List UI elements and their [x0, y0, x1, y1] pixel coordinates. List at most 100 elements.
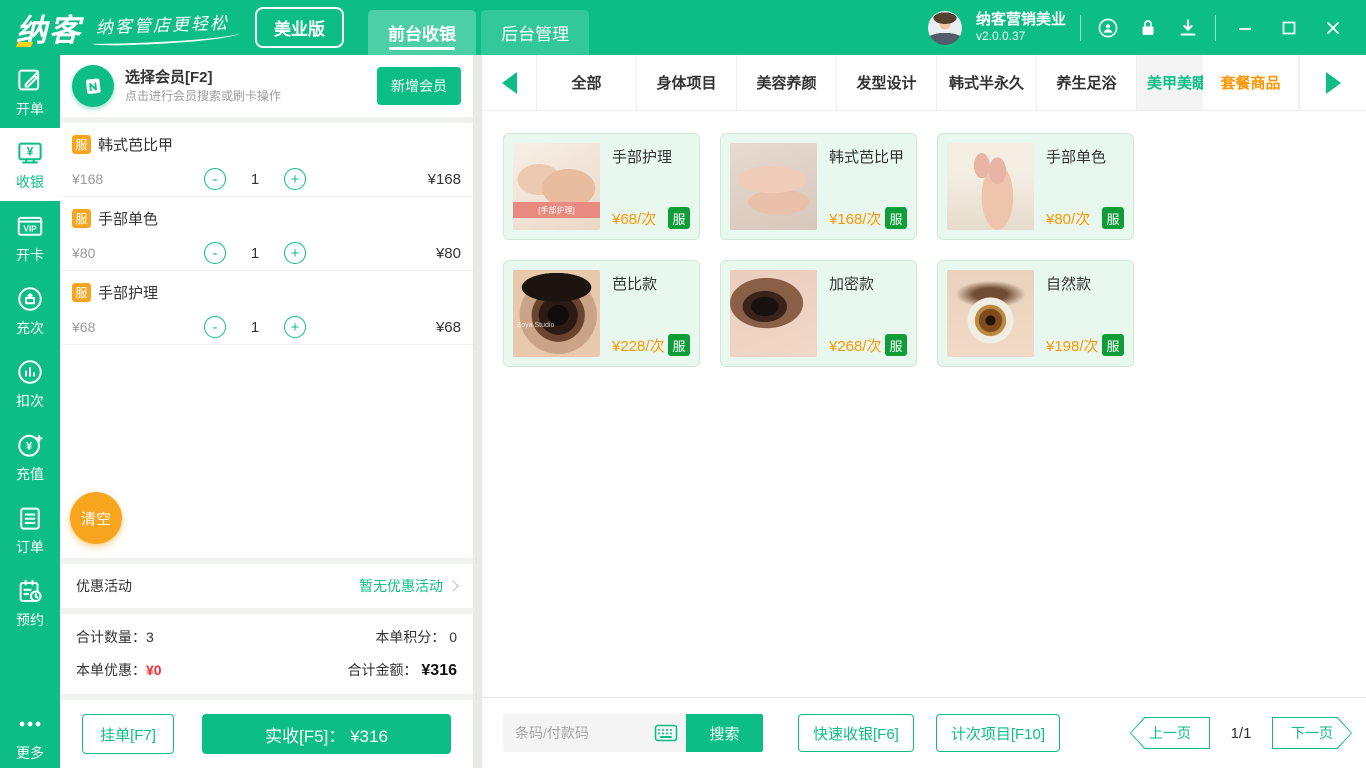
product-card[interactable]: 韩式芭比甲 ¥168/次 服: [720, 133, 917, 240]
count-item-button[interactable]: 计次项目[F10]: [935, 714, 1061, 752]
scroll-categories-left-button[interactable]: [482, 55, 537, 110]
search-button[interactable]: 搜索: [686, 714, 763, 752]
total-qty-value: 3: [146, 628, 154, 645]
quick-cashier-button[interactable]: 快速收银[F6]: [798, 714, 914, 752]
tab-back-management[interactable]: 后台管理: [481, 10, 589, 55]
sidebar-item-cashier[interactable]: ¥ 收银: [0, 128, 60, 201]
open-order-icon: [18, 69, 40, 90]
add-member-button[interactable]: 新增会员: [377, 67, 461, 105]
sidebar-item-label: 充次: [16, 319, 44, 336]
products-panel: 全部 身体项目 美容养颜 发型设计 韩式半永久 养生足浴 美甲美睫 套餐商品 […: [482, 55, 1366, 768]
sidebar-item-label: 订单: [16, 538, 44, 555]
user-avatar[interactable]: [927, 10, 962, 45]
category-tab-packages[interactable]: 套餐商品: [1203, 55, 1299, 110]
increase-qty-button[interactable]: +: [284, 242, 306, 264]
cart-item-qty: 1: [250, 244, 260, 262]
sidebar-item-open-order[interactable]: 开单: [0, 55, 60, 128]
prev-page-button[interactable]: 上一页: [1130, 717, 1210, 749]
product-card[interactable]: [手部护理] 手部护理 ¥68/次 服: [503, 133, 700, 240]
main-tabs: 前台收银 后台管理: [368, 0, 594, 55]
product-price: ¥68/次: [612, 210, 657, 228]
sidebar-item-open-card[interactable]: VIP 开卡: [0, 201, 60, 274]
decrease-qty-button[interactable]: -: [204, 242, 226, 264]
sidebar-item-appointment[interactable]: 预约: [0, 566, 60, 639]
barcode-input[interactable]: [515, 725, 654, 741]
sidebar-item-label: 预约: [16, 611, 44, 628]
download-icon[interactable]: [1175, 15, 1201, 41]
product-grid: [手部护理] 手部护理 ¥68/次 服 韩式芭比甲 ¥168/次 服 手部单色 …: [482, 111, 1366, 697]
product-card[interactable]: Zoya Studio 芭比款 ¥228/次 服: [503, 260, 700, 367]
product-name: 手部单色: [1046, 149, 1107, 166]
category-tab-body[interactable]: 身体项目: [637, 55, 737, 110]
product-price: ¥80/次: [1046, 210, 1091, 228]
product-price: ¥228/次: [612, 337, 665, 355]
product-price: ¥268/次: [829, 337, 882, 355]
appointment-icon: [19, 579, 42, 602]
category-tab-foot-bath[interactable]: 养生足浴: [1037, 55, 1137, 110]
product-name: 手部护理: [612, 149, 673, 166]
increase-qty-button[interactable]: +: [284, 168, 306, 190]
product-price: ¥198/次: [1046, 337, 1099, 355]
clear-cart-button[interactable]: 清空: [70, 492, 122, 544]
prev-page-label: 上一页: [1131, 718, 1209, 748]
member-select-title: 选择会员[F2]: [125, 68, 213, 86]
topbar: 纳客 纳客管店更轻松 美业版 前台收银 后台管理 纳客营销美业 v2.0.0.3…: [0, 0, 1366, 55]
sidebar-item-deduct-times[interactable]: 扣次: [0, 347, 60, 420]
category-tab-beauty[interactable]: 美容养颜: [737, 55, 837, 110]
category-tab-all[interactable]: 全部: [537, 55, 637, 110]
scroll-categories-right-button[interactable]: [1299, 55, 1366, 110]
next-page-button[interactable]: 下一页: [1272, 717, 1352, 749]
sidebar-item-label: 开单: [16, 100, 44, 117]
logo-wrap: 纳客 纳客管店更轻松: [0, 0, 229, 55]
pagination: 上一页 1/1 下一页: [1130, 717, 1352, 749]
sidebar-item-recharge-times[interactable]: 充次: [0, 274, 60, 347]
lock-icon[interactable]: [1135, 15, 1161, 41]
sidebar-item-orders[interactable]: 订单: [0, 493, 60, 566]
tab-front-cashier[interactable]: 前台收银: [368, 10, 476, 55]
minimize-icon[interactable]: [1230, 15, 1260, 41]
increase-qty-button[interactable]: +: [284, 316, 306, 338]
promo-value-link[interactable]: 暂无优惠活动: [359, 576, 459, 596]
decrease-qty-button[interactable]: -: [204, 316, 226, 338]
sidebar-item-recharge-money[interactable]: ¥ 充值: [0, 420, 60, 493]
discount-value: ¥0: [146, 661, 162, 678]
decrease-qty-button[interactable]: -: [204, 168, 226, 190]
cart-item: 服 韩式芭比甲 ¥168 - 1 + ¥168: [60, 123, 473, 197]
product-card[interactable]: 加密款 ¥268/次 服: [720, 260, 917, 367]
divider: [1215, 14, 1216, 41]
total-amount-label: 合计金额：: [347, 661, 418, 678]
order-summary: 合计数量： 3 本单积分： 0 本单优惠： ¥0 合计金额： ¥316: [60, 614, 473, 694]
page-indicator: 1/1: [1230, 724, 1252, 742]
cart-item-amount: ¥168: [427, 170, 461, 188]
checkout-button[interactable]: 实收[F5]： ¥316: [202, 714, 451, 754]
bottom-toolbar: 搜索 快速收银[F6] 计次项目[F10] 上一页 1/1 下一页: [482, 697, 1366, 768]
cart-item-name: 手部护理: [98, 285, 159, 302]
category-tab-hair[interactable]: 发型设计: [837, 55, 937, 110]
cart-panel: 选择会员[F2] 点击进行会员搜索或刷卡操作 新增会员 服 韩式芭比甲 ¥168…: [60, 55, 473, 768]
next-page-label: 下一页: [1273, 718, 1351, 748]
hold-order-button[interactable]: 挂单[F7]: [82, 714, 174, 754]
customer-service-icon[interactable]: [1095, 15, 1121, 41]
cart-item-name: 手部单色: [98, 211, 159, 228]
member-select-subtitle: 点击进行会员搜索或刷卡操作: [125, 89, 282, 104]
product-card[interactable]: 手部单色 ¥80/次 服: [937, 133, 1134, 240]
keyboard-icon[interactable]: [654, 724, 678, 742]
pay-actions-row: 挂单[F7] 实收[F5]： ¥316: [60, 700, 473, 768]
sidebar-item-label: 开卡: [16, 246, 44, 263]
member-select-row[interactable]: 选择会员[F2] 点击进行会员搜索或刷卡操作 新增会员: [60, 55, 473, 117]
points-value: 0: [449, 628, 457, 645]
cart-item-unit-price: ¥80: [72, 245, 96, 261]
category-tab-nails-lashes[interactable]: 美甲美睫: [1137, 55, 1203, 110]
product-name: 韩式芭比甲: [829, 149, 905, 166]
sidebar-item-more[interactable]: 更多: [0, 704, 60, 768]
svg-text:VIP: VIP: [23, 224, 37, 233]
close-icon[interactable]: [1318, 15, 1348, 41]
panel-gap: [473, 55, 482, 768]
product-card[interactable]: 自然款 ¥198/次 服: [937, 260, 1134, 367]
maximize-icon[interactable]: [1274, 15, 1304, 41]
edition-badge-button[interactable]: 美业版: [255, 7, 344, 48]
category-tab-semi-permanent[interactable]: 韩式半永久: [937, 55, 1037, 110]
total-amount-value: ¥316: [421, 661, 457, 679]
member-card-icon: [72, 65, 114, 107]
main-area: 开单 ¥ 收银 VIP 开卡 充次 扣次 ¥ 充值 订单 预约 更多 选择会员[…: [0, 55, 1366, 768]
